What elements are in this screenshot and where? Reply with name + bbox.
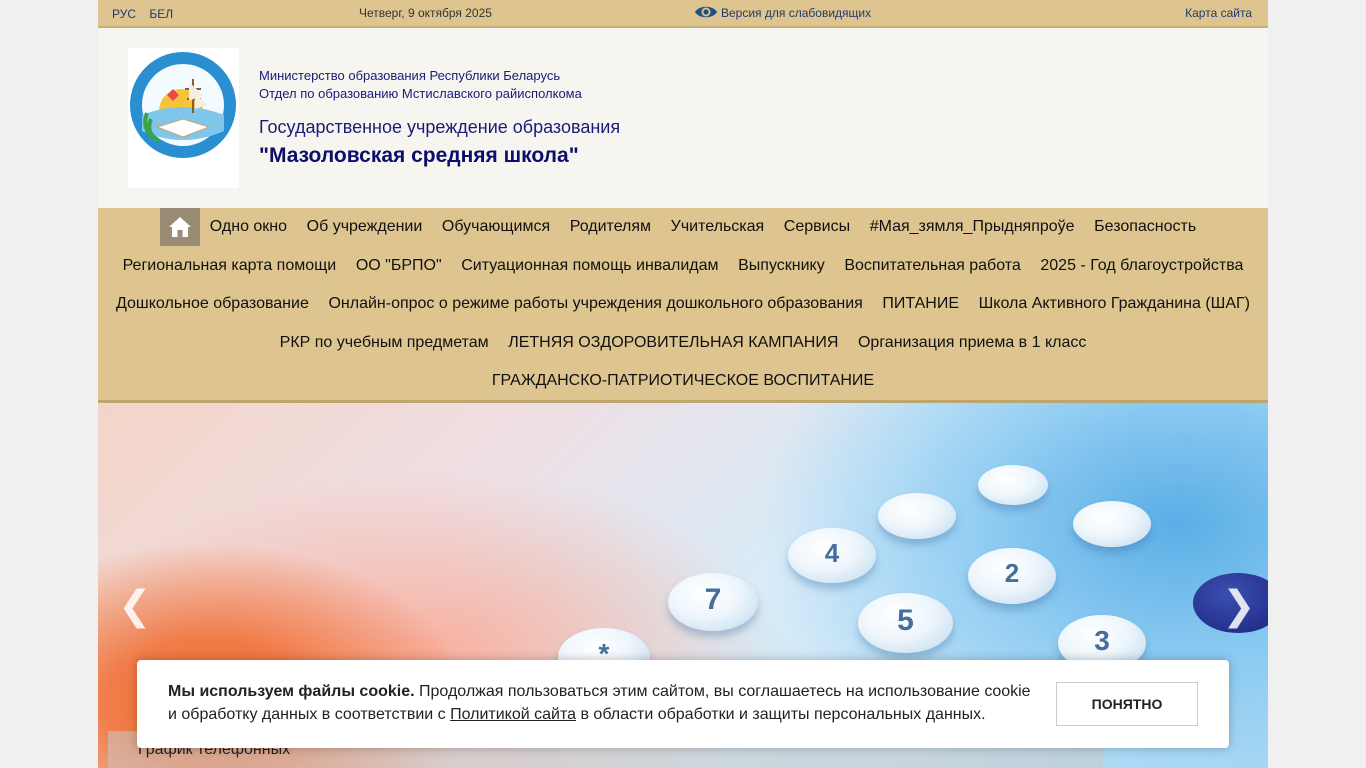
- nav-item[interactable]: #Мая_зямля_Прыдняпроўе: [860, 218, 1084, 236]
- current-date: Четверг, 9 октября 2025: [359, 6, 492, 20]
- home-button[interactable]: [160, 208, 200, 247]
- nav-item[interactable]: Организация приема в 1 класс: [848, 334, 1096, 352]
- top-bar: РУС БЕЛ Четверг, 9 октября 2025 Версия д…: [98, 0, 1268, 28]
- nav-item[interactable]: Учительская: [661, 218, 774, 236]
- eye-icon: [695, 6, 717, 18]
- accept-cookie-button[interactable]: ПОНЯТНО: [1056, 682, 1198, 726]
- nav-item[interactable]: Онлайн-опрос о режиме работы учреждения …: [319, 295, 873, 313]
- cookie-banner: Мы используем файлы cookie. Продолжая по…: [137, 660, 1229, 748]
- low-vision-label: Версия для слабовидящих: [721, 6, 872, 20]
- low-vision-link[interactable]: Версия для слабовидящих: [694, 3, 871, 21]
- nav-item[interactable]: 2025 - Год благоустройства: [1031, 257, 1254, 275]
- slider-next-arrow[interactable]: ❯: [1222, 583, 1256, 629]
- nav-row: Дошкольное образование Онлайн-опрос о ре…: [98, 285, 1268, 324]
- slider-prev-arrow[interactable]: ❮: [118, 583, 152, 629]
- nav-item[interactable]: Сервисы: [774, 218, 860, 236]
- nav-item[interactable]: Ситуационная помощь инвалидам: [451, 257, 728, 275]
- sitemap-link[interactable]: Карта сайта: [1185, 6, 1252, 20]
- school-emblem-icon: [130, 52, 236, 158]
- nav-item[interactable]: ЛЕТНЯЯ ОЗДОРОВИТЕЛЬНАЯ КАМПАНИЯ: [498, 334, 848, 352]
- nav-item[interactable]: ПИТАНИЕ: [873, 295, 969, 313]
- nav-item[interactable]: Дошкольное образование: [106, 295, 318, 313]
- nav-item[interactable]: Безопасность: [1084, 218, 1206, 236]
- nav-item[interactable]: РКР по учебным предметам: [270, 334, 499, 352]
- nav-row: ГРАЖДАНСКО-ПАТРИОТИЧЕСКОЕ ВОСПИТАНИЕ: [98, 362, 1268, 401]
- nav-item[interactable]: Школа Активного Гражданина (ШАГ): [969, 295, 1260, 313]
- phone-key: 2: [968, 548, 1056, 604]
- org-type: Государственное учреждение образования: [259, 117, 621, 137]
- nav-item[interactable]: Одно окно: [200, 218, 297, 236]
- nav-item[interactable]: ОО "БРПО": [346, 257, 451, 275]
- cookie-text-part: в области обработки и защиты персональны…: [576, 706, 986, 723]
- phone-key: 5: [858, 593, 953, 653]
- main-nav: Одно окно Об учреждении Обучающимся Роди…: [98, 208, 1268, 403]
- nav-item[interactable]: Родителям: [560, 218, 661, 236]
- school-name: "Мазоловская средняя школа": [259, 144, 579, 167]
- ministry-text: Министерство образования Республики Бела…: [259, 67, 582, 103]
- lang-be-link[interactable]: БЕЛ: [149, 7, 173, 21]
- nav-item[interactable]: Региональная карта помощи: [113, 257, 346, 275]
- department-line: Отдел по образованию Мстиславского райис…: [259, 86, 582, 101]
- language-switcher: РУС БЕЛ: [112, 7, 183, 21]
- school-logo[interactable]: [128, 48, 239, 188]
- phone-key: [978, 465, 1048, 505]
- phone-key: 4: [788, 528, 876, 583]
- nav-item[interactable]: Обучающимся: [432, 218, 560, 236]
- home-icon: [169, 217, 191, 238]
- page-wrapper: РУС БЕЛ Четверг, 9 октября 2025 Версия д…: [98, 0, 1268, 768]
- nav-row: Региональная карта помощи ОО "БРПО" Ситу…: [98, 247, 1268, 286]
- phone-key: [1073, 501, 1151, 547]
- cookie-title: Мы используем файлы cookie.: [168, 683, 415, 700]
- nav-item[interactable]: ГРАЖДАНСКО-ПАТРИОТИЧЕСКОЕ ВОСПИТАНИЕ: [482, 372, 884, 390]
- phone-key: [878, 493, 956, 539]
- ministry-line: Министерство образования Республики Бела…: [259, 68, 561, 83]
- nav-row: РКР по учебным предметам ЛЕТНЯЯ ОЗДОРОВИ…: [98, 324, 1268, 363]
- lang-ru-link[interactable]: РУС: [112, 7, 136, 21]
- cookie-text: Мы используем файлы cookie. Продолжая по…: [168, 680, 1038, 726]
- nav-item[interactable]: Выпускнику: [728, 257, 834, 275]
- privacy-policy-link[interactable]: Политикой сайта: [450, 706, 576, 723]
- phone-key: 7: [668, 573, 758, 631]
- site-header: Министерство образования Республики Бела…: [98, 28, 1268, 208]
- nav-row: Одно окно Об учреждении Обучающимся Роди…: [98, 208, 1268, 247]
- nav-item[interactable]: Воспитательная работа: [835, 257, 1031, 275]
- nav-item[interactable]: Об учреждении: [297, 218, 432, 236]
